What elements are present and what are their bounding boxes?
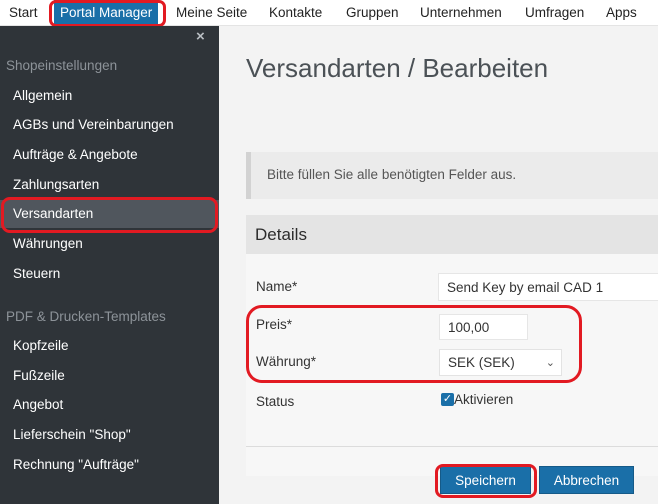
nav-start[interactable]: Start [9,0,38,26]
nav-apps[interactable]: Apps [606,0,637,26]
aktivieren-label: Aktivieren [454,392,514,407]
sidebar-item-auftraege[interactable]: Aufträge & Angebote [0,141,219,169]
main-content: Versandarten / Bearbeiten Bitte füllen S… [219,26,658,504]
highlight-portal-manager [49,0,166,27]
sidebar-section-pdf-templates: PDF & Drucken-Templates [6,309,166,324]
sidebar-item-lieferschein[interactable]: Lieferschein "Shop" [0,421,219,449]
details-panel-title: Details [246,215,658,254]
close-icon[interactable]: × [196,28,205,45]
sidebar-item-steuern[interactable]: Steuern [0,260,219,288]
status-label: Status [256,394,295,409]
name-label: Name* [256,279,298,294]
sidebar: × Shopeinstellungen Allgemein AGBs und V… [0,26,219,504]
sidebar-item-angebot[interactable]: Angebot [0,391,219,419]
aktivieren-checkbox[interactable]: ✓ [441,393,454,406]
form-divider [246,446,658,447]
sidebar-section-shopeinstellungen: Shopeinstellungen [6,58,118,73]
sidebar-item-zahlungsarten[interactable]: Zahlungsarten [0,171,219,199]
sidebar-item-fusszeile[interactable]: Fußzeile [0,362,219,390]
sidebar-item-kopfzeile[interactable]: Kopfzeile [0,332,219,360]
page-title: Versandarten / Bearbeiten [246,53,549,83]
required-fields-notice: Bitte füllen Sie alle benötigten Felder … [246,152,658,199]
sidebar-item-agbs[interactable]: AGBs und Vereinbarungen [0,111,219,139]
nav-umfragen[interactable]: Umfragen [525,0,584,26]
name-input[interactable] [438,273,658,301]
top-nav: Start Portal Manager Meine Seite Kontakt… [0,0,658,27]
nav-gruppen[interactable]: Gruppen [346,0,399,26]
cancel-button[interactable]: Abbrechen [539,466,634,494]
highlight-versandarten [1,197,218,233]
sidebar-item-rechnung[interactable]: Rechnung "Aufträge" [0,451,219,479]
sidebar-item-waehrungen[interactable]: Währungen [0,230,219,258]
sidebar-item-allgemein[interactable]: Allgemein [0,82,219,110]
nav-kontakte[interactable]: Kontakte [269,0,322,26]
highlight-preis-waehrung [246,305,582,383]
highlight-save-button [435,464,537,498]
nav-meine-seite[interactable]: Meine Seite [176,0,247,26]
nav-unternehmen[interactable]: Unternehmen [420,0,502,26]
